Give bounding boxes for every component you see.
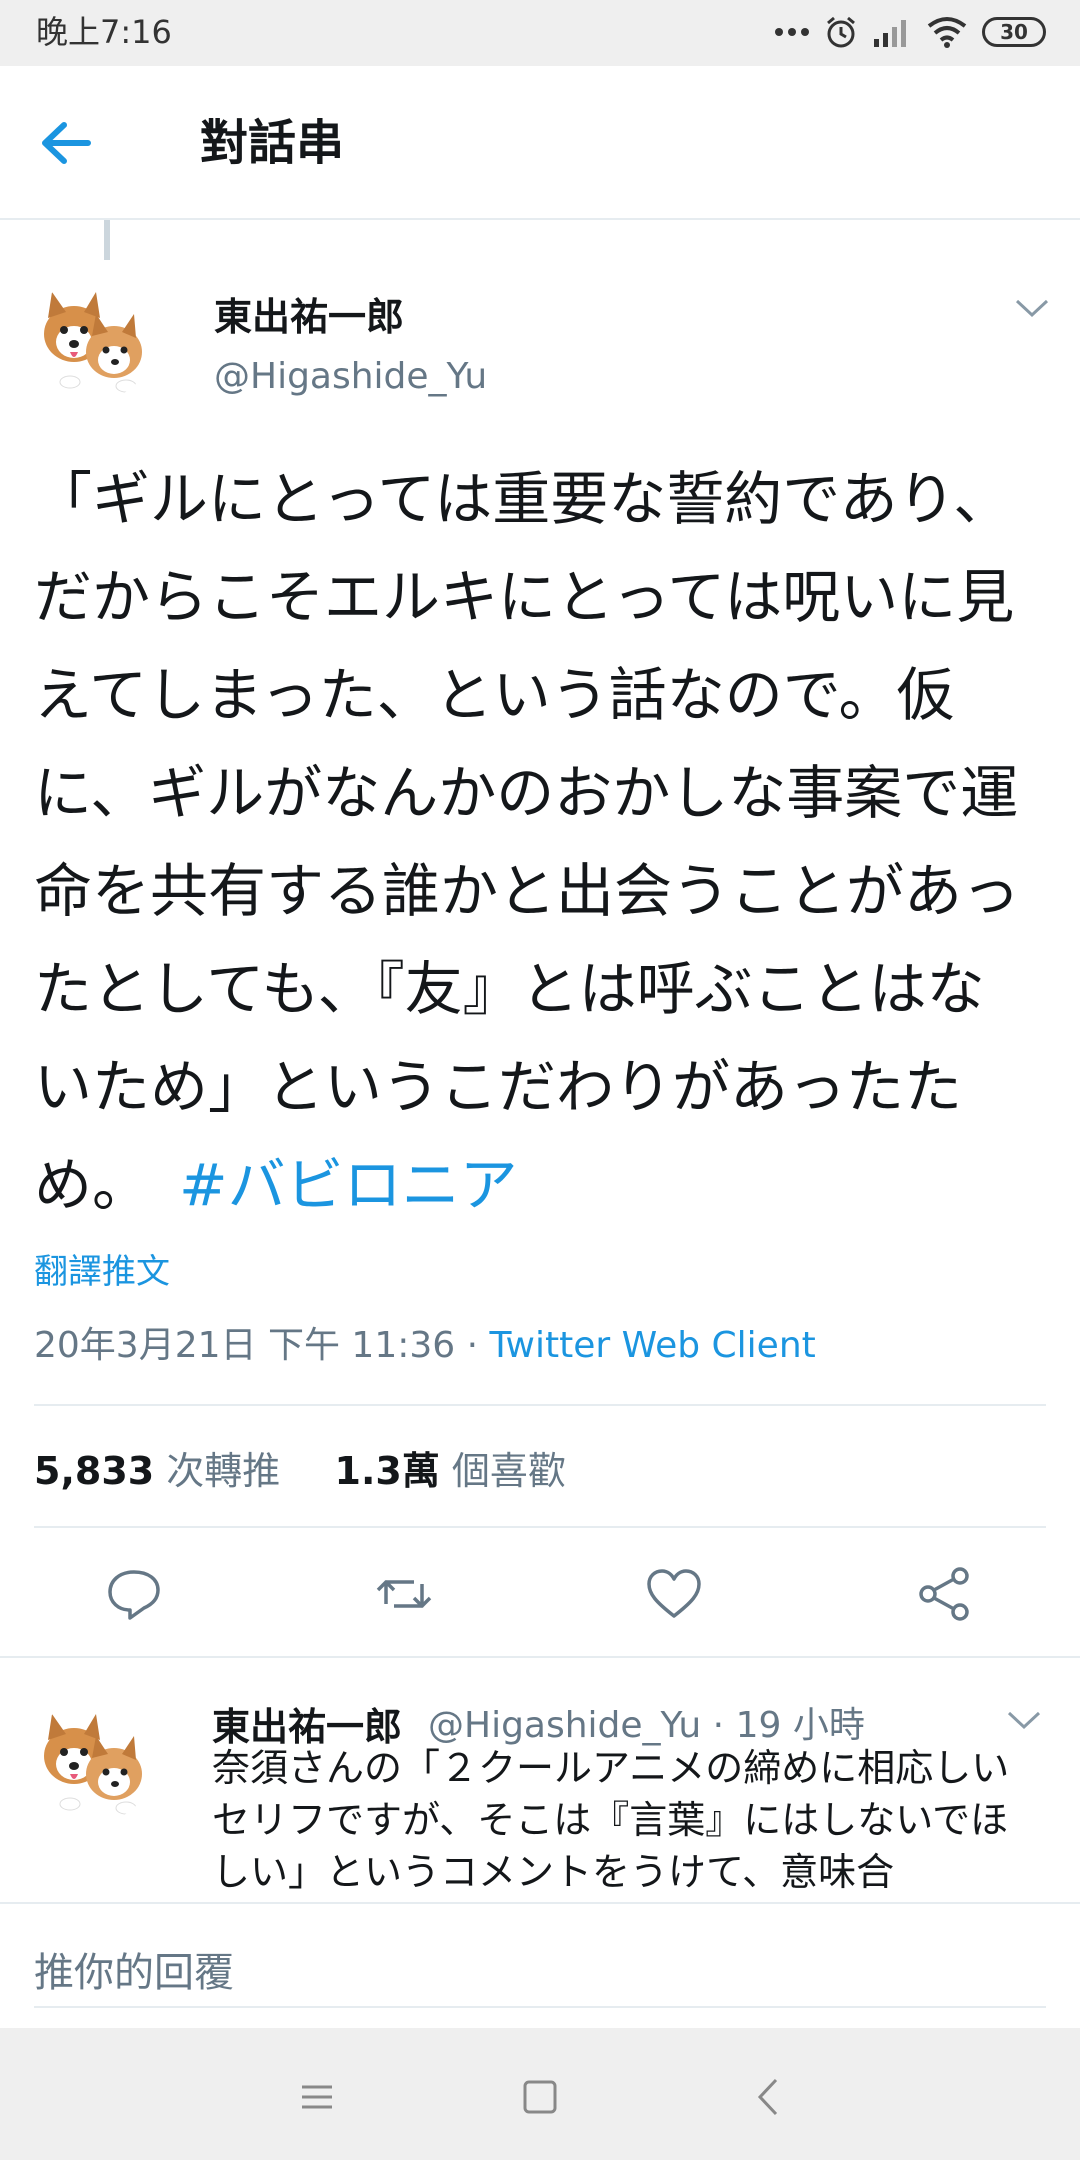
reply-input[interactable]: 推你的回覆 <box>34 1940 234 1998</box>
tweet-client-link[interactable]: Twitter Web Client <box>490 1325 816 1366</box>
system-back-button[interactable] <box>744 2072 794 2122</box>
share-icon <box>919 1567 969 1621</box>
corgi-avatar-icon <box>30 278 154 402</box>
status-bar: 晚上7:16 30 <box>0 0 1080 66</box>
like-label: 個喜歡 <box>451 1449 566 1493</box>
hashtag-link[interactable]: #バビロニア <box>179 1151 518 1219</box>
like-button[interactable] <box>644 1564 704 1624</box>
home-button[interactable] <box>515 2072 565 2122</box>
reply-button[interactable] <box>104 1564 164 1624</box>
thread-connector-line <box>104 220 110 260</box>
back-arrow-icon <box>42 122 91 164</box>
corgi-avatar-icon <box>30 1700 154 1824</box>
tweet-stats: 5,833 次轉推 1.3萬 個喜歡 <box>34 1440 566 1495</box>
chevron-down-icon <box>1015 299 1049 318</box>
share-button[interactable] <box>914 1564 974 1624</box>
like-count: 1.3萬 <box>334 1449 440 1493</box>
translate-tweet-link[interactable]: 翻譯推文 <box>34 1244 170 1293</box>
reply-text: 奈須さんの「２クールアニメの締めに相応しいセリフですが、そこは『言葉』にはしない… <box>212 1746 1010 1894</box>
tweet-text: 「ギルにとっては重要な誓約であり、だからこそエルキにとっては呪いに見えてしまった… <box>34 450 1034 1234</box>
input-underline <box>34 2006 1046 2008</box>
reply-author-handle[interactable]: @Higashide_Yu · 19 小時 <box>428 1696 865 1748</box>
app-bar: 對話串 <box>0 66 1080 220</box>
tweet-actions <box>0 1550 1080 1636</box>
menu-icon <box>302 2085 332 2109</box>
home-icon <box>523 2080 557 2114</box>
retweet-icon <box>376 1580 432 1608</box>
author-handle[interactable]: @Higashide_Yu <box>214 356 487 397</box>
tweet-timestamp: 20年3月21日 下午 11:36 · <box>34 1325 490 1366</box>
back-icon <box>757 2078 778 2116</box>
reply-options-button[interactable] <box>1006 1708 1042 1736</box>
divider <box>0 1656 1080 1658</box>
retweet-label: 次轉推 <box>166 1449 281 1493</box>
divider <box>34 1404 1046 1406</box>
back-button[interactable] <box>40 110 120 176</box>
more-icon <box>775 28 809 36</box>
retweet-button[interactable] <box>374 1564 434 1624</box>
tweet-meta: 20年3月21日 下午 11:36 · Twitter Web Client <box>34 1316 816 1368</box>
system-nav-bar <box>0 2028 1080 2160</box>
tweet-options-button[interactable] <box>1014 296 1050 324</box>
divider <box>34 1526 1046 1528</box>
chevron-down-icon <box>1007 1711 1041 1730</box>
retweet-count: 5,833 <box>34 1449 155 1493</box>
tweet-body-text: 「ギルにとっては重要な誓約であり、だからこそエルキにとっては呪いに見えてしまった… <box>34 465 1021 1219</box>
author-avatar[interactable] <box>30 278 154 402</box>
wifi-icon <box>927 17 967 48</box>
status-icons: 30 <box>774 12 1046 52</box>
reply-author-avatar[interactable] <box>30 1700 154 1824</box>
reply-icon <box>108 1570 160 1620</box>
retweets-stat[interactable]: 5,833 次轉推 <box>34 1449 280 1493</box>
alarm-icon <box>827 16 855 48</box>
reply-compose-bar: 推你的回覆 <box>0 1902 1080 2028</box>
battery-icon: 30 <box>982 17 1046 47</box>
signal-icon <box>874 20 906 47</box>
status-time: 晚上7:16 <box>36 13 172 51</box>
page-title: 對話串 <box>200 115 345 171</box>
likes-stat[interactable]: 1.3萬 個喜歡 <box>335 1449 566 1493</box>
like-icon <box>647 1569 701 1618</box>
author-name[interactable]: 東出祐一郎 <box>214 286 404 341</box>
menu-button[interactable] <box>292 2072 342 2122</box>
